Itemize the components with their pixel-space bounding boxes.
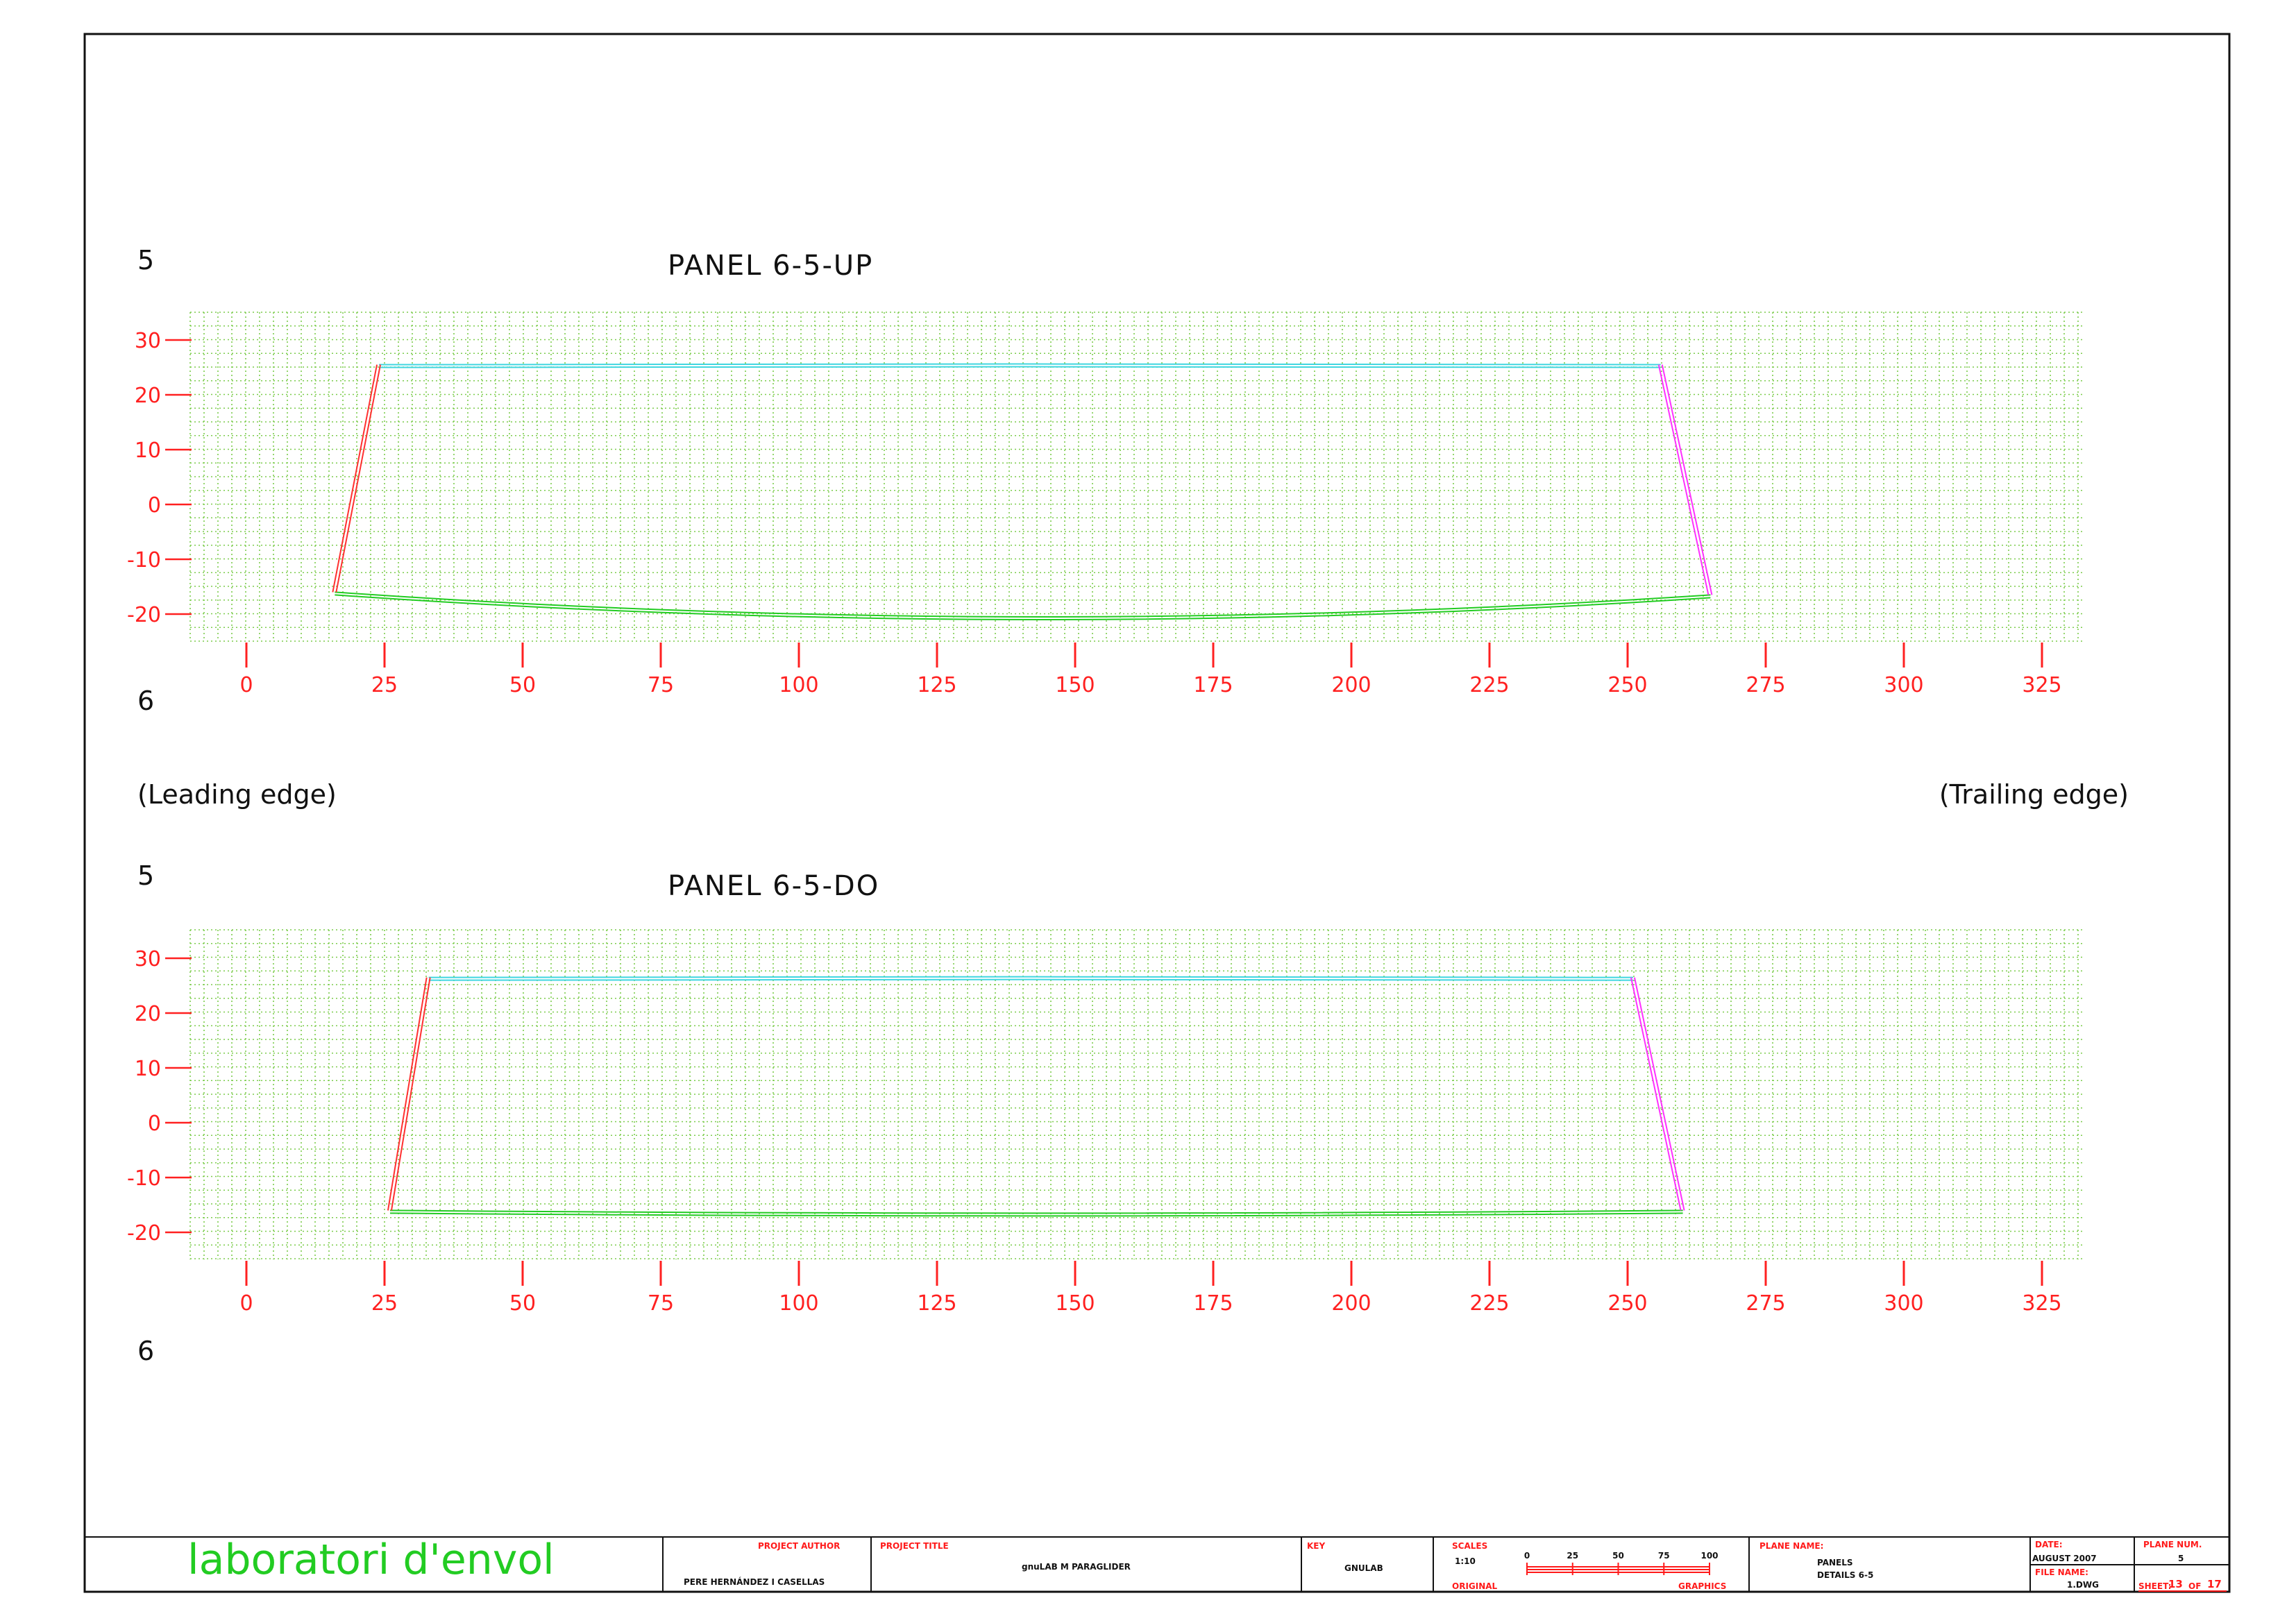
plane-num-value: 5	[2178, 1554, 2184, 1563]
project-label: PROJECT TITLE	[880, 1541, 949, 1551]
x-tick-label: 200	[1331, 673, 1371, 697]
scale-value: 1:10	[1455, 1556, 1476, 1566]
sheet-frame	[83, 33, 2231, 1593]
x-tick-label: 325	[2022, 1291, 2061, 1316]
x-tick-label: 150	[1055, 1291, 1095, 1316]
panel-do-x-axis: 0 25 50 75 100 125 150 175 200 225 250 275 300 325	[239, 1261, 2062, 1316]
x-tick-label: 125	[917, 1291, 956, 1316]
y-tick-label: 30	[135, 947, 161, 971]
key-value: GNULAB	[1344, 1563, 1383, 1573]
panel-leading-edge	[335, 364, 382, 593]
x-tick-label: 250	[1607, 673, 1647, 697]
x-tick-label: 50	[509, 673, 536, 697]
file-name-value: 1.DWG	[2067, 1580, 2099, 1590]
panel-trailing-edge	[1661, 364, 1713, 595]
y-tick-label: 20	[135, 1002, 161, 1026]
y-tick-label: 10	[135, 439, 161, 463]
x-tick-label: 325	[2022, 673, 2061, 697]
x-tick-label: 300	[1884, 1291, 1923, 1316]
y-tick-label: -20	[127, 603, 161, 627]
x-tick-label: 25	[371, 1291, 398, 1316]
panel-up-x-axis: 0 25 50 75 100 125 150 175 200 225 250 275 300 325	[239, 643, 2062, 697]
company-logo: laboratori d'envol	[187, 1536, 555, 1584]
x-tick-label: 225	[1469, 1291, 1509, 1316]
x-tick-label: 100	[779, 673, 818, 697]
y-tick-label: 0	[148, 493, 161, 518]
panel-do-y-axis: 30 20 10 0 -10 -20	[127, 947, 192, 1246]
project-value: gnuLAB M PARAGLIDER	[1022, 1562, 1131, 1572]
y-tick-label: 30	[135, 329, 161, 353]
panel-top-edge	[428, 976, 1633, 978]
panel-do-rib-top: 5	[137, 860, 154, 891]
x-tick-label: 150	[1055, 673, 1095, 697]
panel-up-grid	[189, 312, 2085, 642]
scale-bar-label: 75	[1658, 1551, 1670, 1561]
x-tick-label: 275	[1746, 673, 1785, 697]
y-tick-label: 20	[135, 384, 161, 408]
sheet-total: 17	[2207, 1578, 2222, 1590]
drawing-sheet: (Leading edge) (Trailing edge) 5 PANEL 6…	[83, 33, 2231, 1593]
panel-do: 5 PANEL 6-5-DO 6 3020100-10-20 0 25 50 75 10…	[127, 860, 2085, 1366]
scale-bar-label: 25	[1567, 1551, 1578, 1561]
trailing-edge-label: (Trailing edge)	[1939, 779, 2129, 810]
scales-label: SCALES	[1452, 1541, 1487, 1551]
scale-bar-label: 100	[1700, 1551, 1718, 1561]
panel-do-outline	[387, 976, 1685, 1217]
y-tick-label: -10	[127, 1166, 161, 1191]
x-tick-label: 100	[779, 1291, 818, 1316]
sheet-label: SHEET:	[2138, 1581, 2171, 1591]
x-tick-label: 300	[1884, 673, 1923, 697]
x-tick-label: 75	[648, 673, 674, 697]
original-label: ORIGINAL	[1452, 1581, 1498, 1591]
x-tick-label: 275	[1746, 1291, 1785, 1316]
author-value: PERE HERNÁNDEZ I CASELLAS	[684, 1577, 825, 1587]
y-tick-label: 10	[135, 1057, 161, 1081]
panel-up-rib-top: 5	[137, 245, 154, 275]
date-value: AUGUST 2007	[2032, 1554, 2097, 1563]
x-tick-label: 200	[1331, 1291, 1371, 1316]
x-tick-label: 50	[509, 1291, 536, 1316]
panel-top-edge	[379, 363, 1661, 366]
x-tick-label: 75	[648, 1291, 674, 1316]
y-tick-label: -10	[127, 548, 161, 572]
panel-trailing-edge	[1633, 977, 1685, 1211]
plane-num-label: PLANE NUM.	[2143, 1540, 2202, 1549]
plane-name-1: PANELS	[1817, 1558, 1853, 1567]
x-tick-label: 0	[239, 673, 253, 697]
x-tick-label: 0	[239, 1291, 253, 1316]
panel-up: 5 PANEL 6-5-UP 6 3020100-10-20 0 25 50 75 10…	[127, 245, 2085, 716]
y-tick-label: -20	[127, 1221, 161, 1246]
author-label: PROJECT AUTHOR	[758, 1541, 840, 1551]
panel-do-title: PANEL 6-5-DO	[668, 870, 879, 902]
panel-do-rib-bottom: 6	[137, 1336, 154, 1366]
plane-name-2: DETAILS 6-5	[1817, 1570, 1873, 1580]
x-tick-label: 225	[1469, 673, 1509, 697]
scale-bar-label: 0	[1524, 1551, 1530, 1561]
x-tick-label: 175	[1193, 1291, 1233, 1316]
x-tick-label: 25	[371, 673, 398, 697]
sheet-number: 13	[2168, 1578, 2183, 1590]
key-label: KEY	[1307, 1541, 1325, 1551]
date-label: DATE:	[2035, 1540, 2063, 1549]
panel-up-y-axis: 30 20 10 0 -10 -20	[127, 329, 192, 627]
plane-name-label: PLANE NAME:	[1759, 1541, 1823, 1551]
scale-bar: 0 25 50 75 100	[1524, 1551, 1719, 1575]
panel-up-rib-bottom: 6	[137, 686, 154, 716]
x-tick-label: 175	[1193, 673, 1233, 697]
panel-top-edge	[379, 366, 1661, 368]
x-tick-label: 250	[1607, 1291, 1647, 1316]
file-name-label: FILE NAME:	[2035, 1567, 2088, 1577]
x-tick-label: 125	[917, 673, 956, 697]
panel-trailing-edge	[1657, 364, 1710, 595]
sheet-of-label: OF	[2188, 1581, 2201, 1591]
panel-bottom-edge	[335, 594, 1711, 620]
y-tick-label: 0	[148, 1112, 161, 1136]
panel-bottom-edge	[389, 1209, 1683, 1214]
graphics-label: GRAPHICS	[1678, 1581, 1726, 1591]
scale-bar-label: 50	[1612, 1551, 1624, 1561]
panel-up-title: PANEL 6-5-UP	[668, 250, 873, 282]
leading-edge-label: (Leading edge)	[137, 779, 337, 810]
panel-up-outline	[332, 363, 1713, 620]
